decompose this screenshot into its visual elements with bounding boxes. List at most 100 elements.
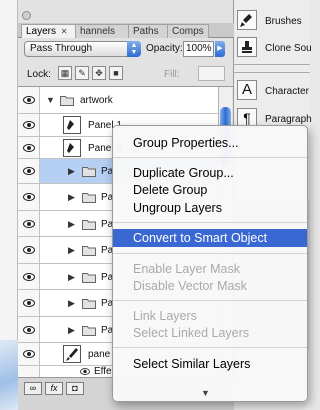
folder-icon (82, 299, 96, 309)
eye-icon (23, 121, 35, 129)
fill-label: Fill: (164, 69, 180, 80)
panel-close-button[interactable] (22, 11, 31, 20)
visibility-toggle[interactable] (18, 87, 40, 113)
menu-item-ungroup-layers[interactable]: Ungroup Layers (113, 199, 307, 217)
disclosure-closed-icon[interactable]: ▶ (68, 219, 75, 230)
menu-separator (113, 347, 307, 348)
opacity-slider-arrow-icon[interactable]: ▶ (215, 41, 225, 57)
visibility-toggle[interactable] (18, 114, 40, 136)
mask-icon[interactable]: ◘ (66, 382, 84, 395)
eye-icon (23, 299, 35, 307)
folder-icon (82, 246, 96, 256)
menu-item-disable-vector-mask: Disable Vector Mask (133, 279, 247, 293)
eye-icon (80, 368, 90, 375)
eye-icon (23, 167, 35, 175)
visibility-toggle[interactable] (18, 184, 40, 210)
tab-close-icon[interactable]: ✕ (61, 27, 68, 36)
blend-mode-value: Pass Through (30, 43, 93, 54)
divider (234, 72, 310, 73)
visibility-toggle[interactable] (18, 211, 40, 236)
opacity-field[interactable]: 100% (183, 41, 214, 57)
disclosure-closed-icon[interactable]: ▶ (68, 298, 75, 309)
menu-item-enable-layer-mask: Enable Layer Mask (133, 262, 241, 276)
tab-paths-label: Paths (133, 26, 159, 37)
lock-all-icon[interactable]: ■ (109, 66, 123, 80)
visibility-toggle[interactable] (18, 366, 40, 377)
panel-tab-bar: Layers ✕ hannels Paths Comps (18, 23, 234, 38)
menu-item-convert-to-smart-object[interactable]: Convert to Smart Object (113, 229, 307, 247)
tab-layers-label: Layers (26, 26, 57, 37)
menu-item-duplicate-group[interactable]: Duplicate Group... (113, 164, 307, 182)
layer-name: artwork (80, 95, 113, 106)
visibility-toggle[interactable] (18, 264, 40, 289)
menu-scroll-down-icon[interactable]: ▼ (201, 388, 210, 398)
folder-icon (60, 96, 74, 106)
folder-icon (82, 167, 96, 177)
layer-name: Effe (94, 366, 112, 377)
tab-channels[interactable]: hannels (75, 24, 129, 38)
tab-paths[interactable]: Paths (128, 24, 168, 38)
visibility-toggle[interactable] (18, 137, 40, 158)
dock-label-character[interactable]: Character (265, 86, 309, 97)
eye-icon (23, 96, 35, 104)
disclosure-open-icon[interactable]: ▼ (46, 95, 55, 105)
eye-icon (23, 326, 35, 334)
visibility-toggle[interactable] (18, 159, 40, 183)
opacity-label: Opacity: (146, 43, 183, 54)
context-menu: Group Properties... Duplicate Group... D… (112, 125, 308, 402)
dock-label-paragraph[interactable]: Paragraph (265, 114, 312, 125)
disclosure-closed-icon[interactable]: ▶ (68, 192, 75, 203)
chevron-updown-icon: ▲ ▼ (127, 41, 141, 57)
disclosure-closed-icon[interactable]: ▶ (68, 325, 75, 336)
menu-item-select-similar-layers[interactable]: Select Similar Layers (113, 355, 307, 373)
eye-icon (23, 350, 35, 358)
visibility-toggle[interactable] (18, 290, 40, 316)
link-icon[interactable]: ∞ (24, 382, 42, 395)
tab-comps[interactable]: Comps (167, 24, 209, 38)
layer-row-artwork[interactable]: ▼ artwork (18, 87, 218, 114)
blend-mode-select[interactable]: Pass Through ▲ ▼ (24, 41, 141, 57)
tab-layers[interactable]: Layers ✕ (21, 24, 76, 38)
lock-image-icon[interactable]: ✎ (75, 66, 89, 80)
lock-transparency-icon[interactable]: ▦ (58, 66, 72, 80)
eye-icon (23, 273, 35, 281)
eye-icon (23, 220, 35, 228)
menu-separator (113, 253, 307, 254)
layer-thumbnail-icon (63, 116, 81, 134)
disclosure-closed-icon[interactable]: ▶ (68, 272, 75, 283)
tab-comps-label: Comps (172, 26, 204, 37)
eye-icon (23, 144, 35, 152)
layer-name: pane (88, 349, 111, 360)
lock-label: Lock: (27, 69, 51, 80)
disclosure-closed-icon[interactable]: ▶ (68, 245, 75, 256)
eye-icon (23, 193, 35, 201)
divider (234, 64, 310, 65)
menu-item-link-layers: Link Layers (133, 309, 197, 323)
visibility-toggle[interactable] (18, 343, 40, 365)
folder-icon (82, 193, 96, 203)
folder-icon (82, 273, 96, 283)
menu-separator (113, 222, 307, 223)
menu-item-group-properties[interactable]: Group Properties... (113, 134, 307, 152)
stamp-icon[interactable] (237, 37, 257, 57)
visibility-toggle[interactable] (18, 237, 40, 263)
menu-item-delete-group[interactable]: Delete Group (113, 181, 307, 199)
menu-separator (113, 157, 307, 158)
folder-icon (82, 220, 96, 230)
character-icon[interactable]: A (237, 80, 257, 100)
menu-item-select-linked-layers: Select Linked Layers (133, 326, 250, 340)
fill-field[interactable] (198, 66, 225, 81)
brush-icon[interactable] (237, 10, 257, 30)
tab-channels-label: hannels (80, 26, 116, 37)
layer-thumbnail-icon (63, 139, 81, 157)
menu-separator (113, 300, 307, 301)
dock-label-clone-source[interactable]: Clone Sou (265, 43, 312, 54)
visibility-toggle[interactable] (18, 317, 40, 342)
disclosure-closed-icon[interactable]: ▶ (68, 166, 75, 177)
folder-icon (82, 326, 96, 336)
eye-icon (23, 246, 35, 254)
brush-thumbnail-icon (63, 345, 81, 363)
dock-label-brushes[interactable]: Brushes (265, 16, 302, 27)
fx-icon[interactable]: fx (45, 382, 63, 395)
lock-position-icon[interactable]: ✥ (92, 66, 106, 80)
